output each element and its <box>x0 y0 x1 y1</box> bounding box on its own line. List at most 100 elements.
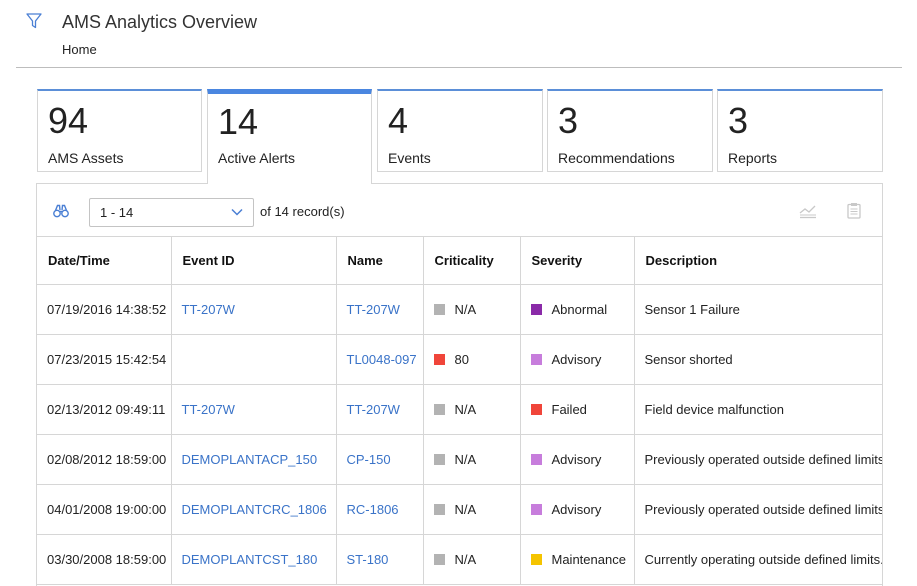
cell-name: TT-207W <box>336 384 424 435</box>
page-range-select[interactable]: 1 - 14 <box>89 198 254 227</box>
tile-events[interactable]: 4 Events <box>377 89 543 172</box>
event-id-link[interactable]: TT-207W <box>182 402 235 417</box>
tile-recommendations[interactable]: 3 Recommendations <box>547 89 713 172</box>
page-title: AMS Analytics Overview <box>62 12 258 32</box>
filter-icon[interactable] <box>25 12 43 30</box>
cell-event-id: DEMOPLANTACP_150 <box>171 434 337 485</box>
cell-criticality: N/A <box>423 534 521 585</box>
criticality-swatch <box>433 304 445 315</box>
criticality-value: N/A <box>454 452 477 467</box>
cell-criticality: N/A <box>423 484 521 535</box>
tile-active-alerts[interactable]: 14 Active Alerts <box>207 89 372 184</box>
cell-description: Field device malfunction <box>634 384 882 435</box>
breadcrumb-home[interactable]: Home <box>62 42 97 57</box>
trend-chart-icon[interactable] <box>799 203 817 219</box>
tile-label: AMS Assets <box>48 150 124 166</box>
asset-name-link[interactable]: TT-207W <box>347 302 400 317</box>
cell-criticality: N/A <box>423 284 521 335</box>
table-row[interactable]: 04/01/2008 19:00:00 DEMOPLANTCRC_1806 RC… <box>37 484 882 535</box>
table-row[interactable]: 07/19/2016 14:38:52 TT-207W TT-207W N/A … <box>37 284 882 335</box>
criticality-swatch <box>433 404 445 415</box>
severity-swatch <box>530 454 542 465</box>
cell-event-id: DEMOPLANTCRC_1806 <box>171 484 337 535</box>
tile-value: 4 <box>388 100 409 141</box>
severity-value: Abnormal <box>551 302 608 317</box>
cell-description: Previously operated outside defined limi… <box>634 484 882 535</box>
criticality-value: N/A <box>454 552 477 567</box>
asset-name-link[interactable]: TT-207W <box>347 402 400 417</box>
severity-value: Failed <box>551 402 587 417</box>
cell-description: Sensor shorted <box>634 334 882 385</box>
grid-toolbar: 1 - 14 of 14 record(s) <box>37 184 882 236</box>
cell-criticality: N/A <box>423 434 521 485</box>
event-id-link[interactable]: DEMOPLANTCST_180 <box>182 552 318 567</box>
table-row[interactable]: 07/23/2015 15:42:54 TL0048-097 80 Adviso… <box>37 334 882 385</box>
cell-name: ST-180 <box>336 534 424 585</box>
tile-label: Recommendations <box>558 150 675 166</box>
criticality-swatch <box>433 554 445 565</box>
cell-severity: Abnormal <box>520 284 635 335</box>
cell-description: Currently operating outside defined limi… <box>634 534 882 585</box>
cell-datetime: 03/30/2008 18:59:00 <box>37 534 172 585</box>
column-header-criticality[interactable]: Criticality <box>423 236 521 285</box>
tile-reports[interactable]: 3 Reports <box>717 89 883 172</box>
cell-name: RC-1806 <box>336 484 424 535</box>
asset-name-link[interactable]: RC-1806 <box>347 502 399 517</box>
criticality-value: N/A <box>454 502 477 517</box>
tile-value: 3 <box>558 100 579 141</box>
severity-swatch <box>530 504 542 515</box>
criticality-value: N/A <box>454 402 477 417</box>
cell-event-id: TT-207W <box>171 284 337 335</box>
cell-severity: Advisory <box>520 484 635 535</box>
tile-label: Reports <box>728 150 778 166</box>
cell-name: TL0048-097 <box>336 334 424 385</box>
cell-datetime: 07/19/2016 14:38:52 <box>37 284 172 335</box>
cell-event-id: TT-207W <box>171 384 337 435</box>
cell-name: CP-150 <box>336 434 424 485</box>
criticality-swatch <box>433 504 445 515</box>
table-row[interactable]: 02/08/2012 18:59:00 DEMOPLANTACP_150 CP-… <box>37 434 882 485</box>
tile-label: Active Alerts <box>218 150 296 166</box>
asset-name-link[interactable]: TL0048-097 <box>347 352 417 367</box>
event-id-link[interactable]: DEMOPLANTCRC_1806 <box>182 502 327 517</box>
cell-name: TT-207W <box>336 284 424 335</box>
severity-swatch <box>530 554 542 565</box>
event-id-link[interactable]: DEMOPLANTACP_150 <box>182 452 318 467</box>
cell-severity: Advisory <box>520 434 635 485</box>
table-row[interactable]: 03/30/2008 18:59:00 DEMOPLANTCST_180 ST-… <box>37 534 882 585</box>
asset-name-link[interactable]: ST-180 <box>347 552 389 567</box>
clipboard-icon[interactable] <box>847 202 861 219</box>
record-count: of 14 record(s) <box>260 204 345 219</box>
table-row[interactable]: 02/13/2012 09:49:11 TT-207W TT-207W N/A … <box>37 384 882 435</box>
tile-value: 94 <box>48 100 89 141</box>
table-header-row: Date/Time Event ID Name Criticality Seve… <box>37 236 882 285</box>
cell-datetime: 02/08/2012 18:59:00 <box>37 434 172 485</box>
tile-label: Events <box>388 150 431 166</box>
criticality-value: N/A <box>454 302 477 317</box>
alerts-panel: 1 - 14 of 14 record(s) Date/Time Event I… <box>36 183 883 586</box>
severity-value: Maintenance <box>551 552 626 567</box>
cell-severity: Advisory <box>520 334 635 385</box>
header-divider <box>16 67 902 68</box>
chevron-down-icon <box>231 208 243 216</box>
tile-ams-assets[interactable]: 94 AMS Assets <box>37 89 202 172</box>
cell-datetime: 02/13/2012 09:49:11 <box>37 384 172 435</box>
column-header-name[interactable]: Name <box>336 236 424 285</box>
column-header-severity[interactable]: Severity <box>520 236 635 285</box>
severity-swatch <box>530 404 542 415</box>
column-header-datetime[interactable]: Date/Time <box>37 236 172 285</box>
page-header: AMS Analytics Overview Home <box>0 0 917 68</box>
asset-name-link[interactable]: CP-150 <box>347 452 391 467</box>
cell-description: Sensor 1 Failure <box>634 284 882 335</box>
severity-value: Advisory <box>551 502 602 517</box>
column-header-description[interactable]: Description <box>634 236 882 285</box>
cell-criticality: 80 <box>423 334 521 385</box>
column-header-event-id[interactable]: Event ID <box>171 236 337 285</box>
cell-severity: Maintenance <box>520 534 635 585</box>
severity-swatch <box>530 354 542 365</box>
page-range-value: 1 - 14 <box>100 205 134 220</box>
cell-criticality: N/A <box>423 384 521 435</box>
binoculars-icon[interactable] <box>53 204 69 218</box>
severity-value: Advisory <box>551 452 602 467</box>
event-id-link[interactable]: TT-207W <box>182 302 235 317</box>
